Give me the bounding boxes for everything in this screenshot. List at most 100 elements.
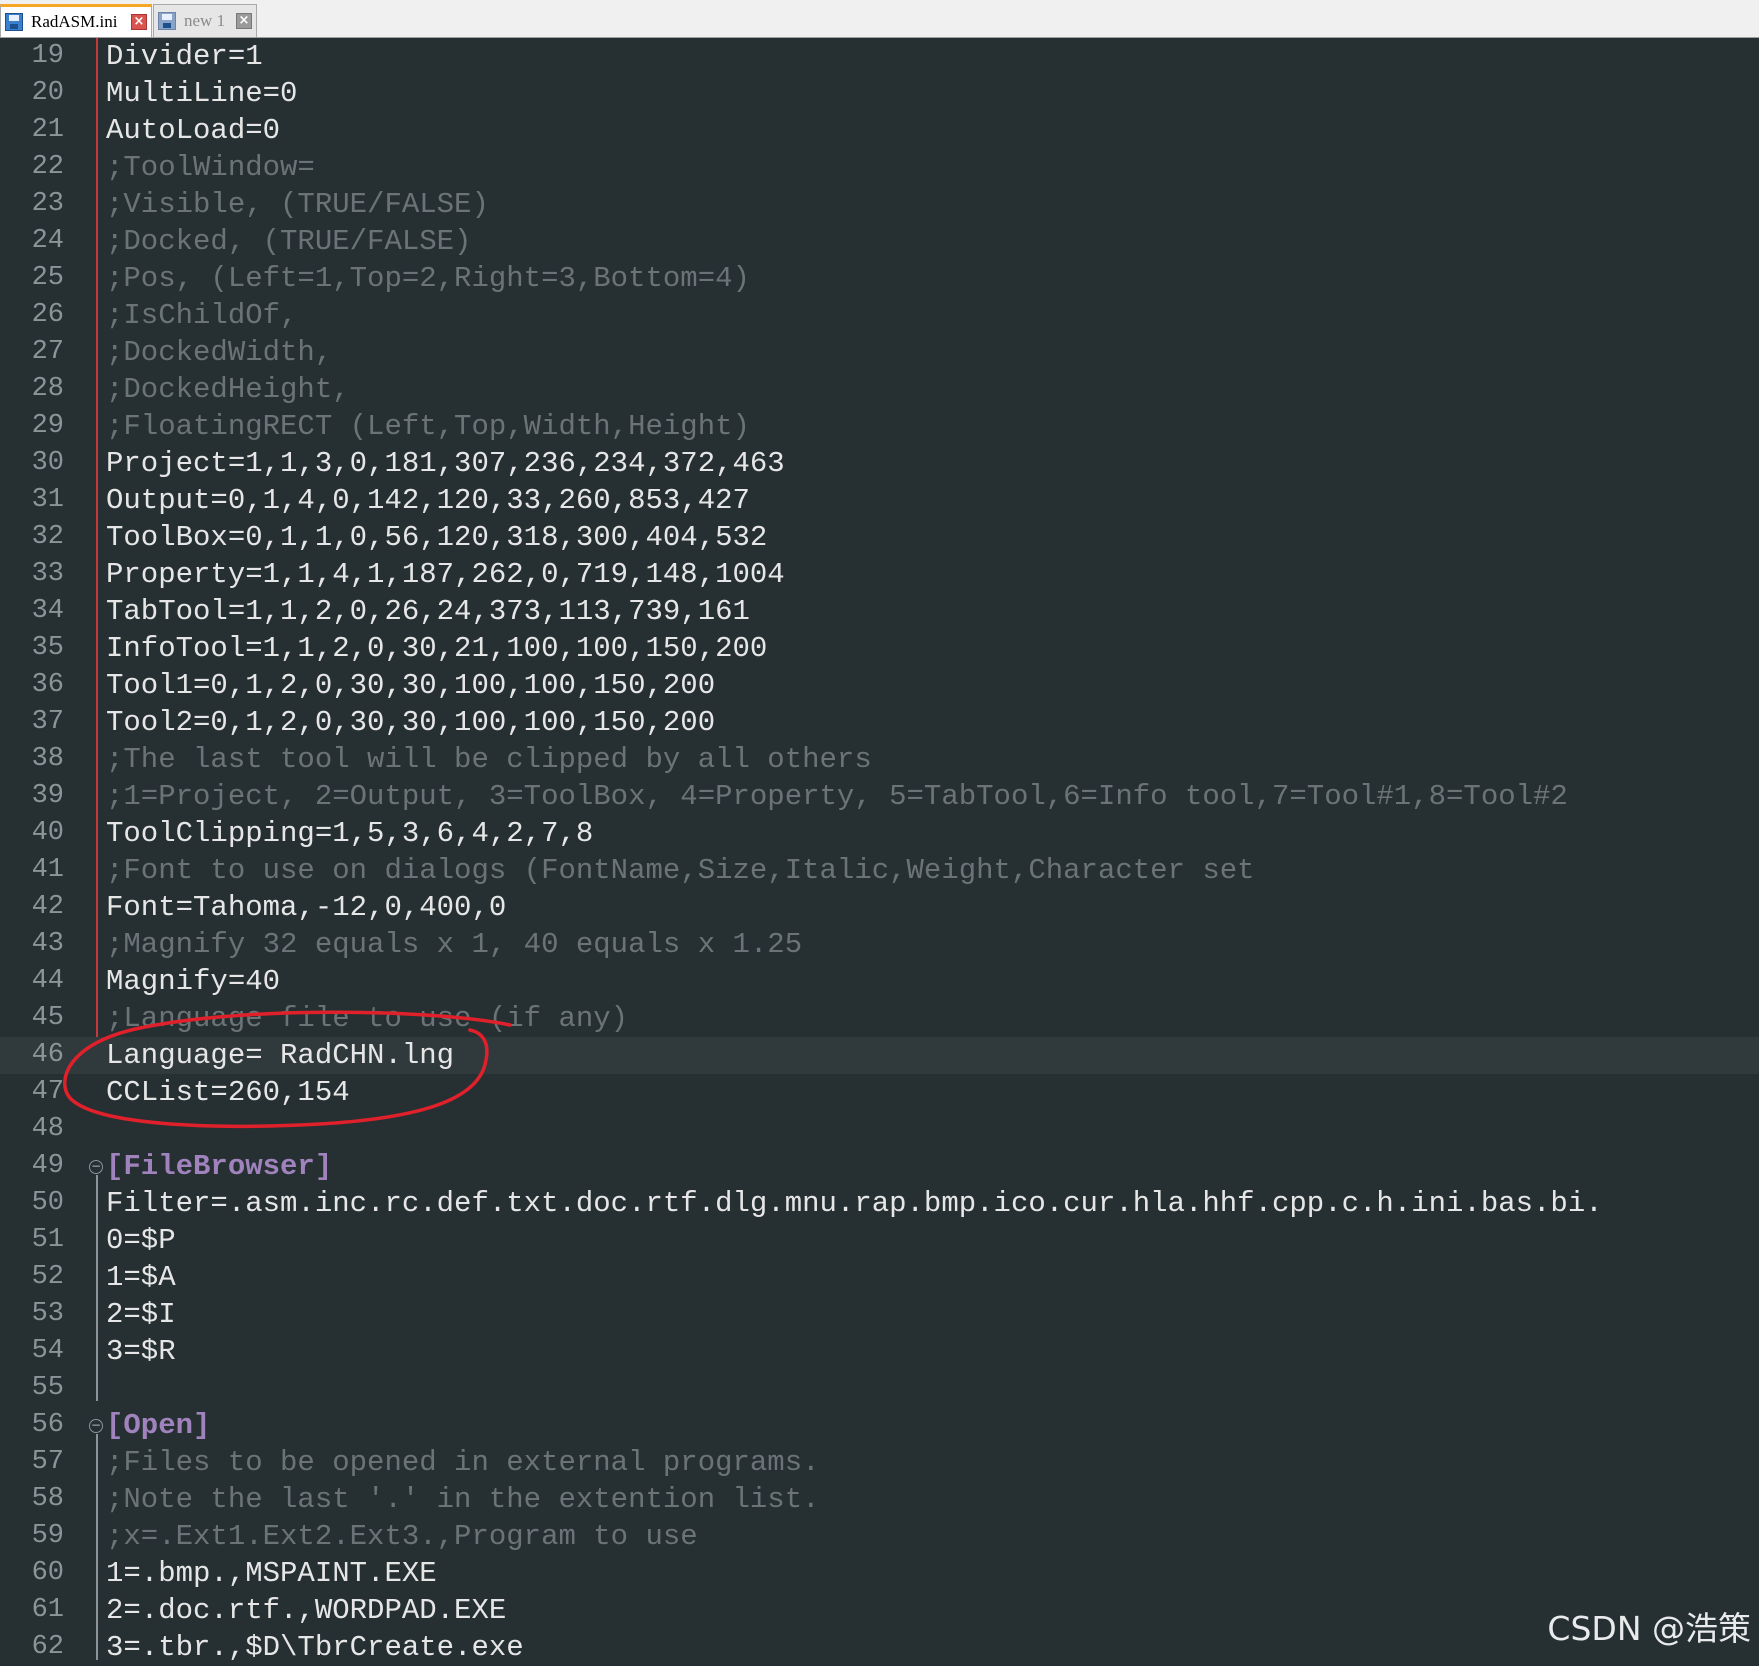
line-number: 47: [31, 1077, 64, 1107]
line-number: 59: [31, 1521, 64, 1551]
line-number: 20: [31, 78, 64, 108]
code-line[interactable]: 29 ;FloatingRECT (Left,Top,Width,Height): [0, 408, 1759, 445]
code-line[interactable]: 27 ;DockedWidth,: [0, 334, 1759, 371]
code-line[interactable]: 46 Language= RadCHN.lng: [0, 1037, 1759, 1074]
code-line[interactable]: 33 Property=1,1,4,1,187,262,0,719,148,100…: [0, 556, 1759, 593]
code-line[interactable]: 45 ;Language file to use (if any): [0, 1000, 1759, 1037]
code-line[interactable]: 26 ;IsChildOf,: [0, 297, 1759, 334]
code-line[interactable]: 49 [FileBrowser]: [0, 1148, 1759, 1185]
code-line[interactable]: 36 Tool1=0,1,2,0,30,30,100,100,150,200: [0, 667, 1759, 704]
code-text: 2=$I: [106, 1298, 176, 1331]
line-number: 34: [31, 596, 64, 626]
code-line[interactable]: 60 1=.bmp.,MSPAINT.EXE: [0, 1555, 1759, 1592]
code-line[interactable]: 58 ;Note the last '.' in the extention li…: [0, 1481, 1759, 1518]
line-number: 27: [31, 337, 64, 367]
code-line[interactable]: 25 ;Pos, (Left=1,Top=2,Right=3,Bottom=4): [0, 260, 1759, 297]
code-line[interactable]: 51 0=$P: [0, 1222, 1759, 1259]
code-text: Property=1,1,4,1,187,262,0,719,148,1004: [106, 558, 785, 591]
close-icon[interactable]: ×: [236, 13, 252, 29]
code-line[interactable]: 31 Output=0,1,4,0,142,120,33,260,853,427: [0, 482, 1759, 519]
code-line[interactable]: 61 2=.doc.rtf.,WORDPAD.EXE: [0, 1592, 1759, 1629]
code-line[interactable]: 35 InfoTool=1,1,2,0,30,21,100,100,150,200: [0, 630, 1759, 667]
line-number: 62: [31, 1632, 64, 1662]
line-number: 32: [31, 522, 64, 552]
code-line[interactable]: 52 1=$A: [0, 1259, 1759, 1296]
code-text: 1=.bmp.,MSPAINT.EXE: [106, 1557, 437, 1590]
line-number: 38: [31, 744, 64, 774]
code-text: 3=$R: [106, 1335, 176, 1368]
code-line[interactable]: 34 TabTool=1,1,2,0,26,24,373,113,739,161: [0, 593, 1759, 630]
watermark: CSDN @浩策: [1547, 1609, 1751, 1648]
line-number: 44: [31, 966, 64, 996]
code-line[interactable]: 55: [0, 1370, 1759, 1407]
line-number: 30: [31, 448, 64, 478]
line-number: 45: [31, 1003, 64, 1033]
code-line[interactable]: 37 Tool2=0,1,2,0,30,30,100,100,150,200: [0, 704, 1759, 741]
line-number: 54: [31, 1336, 64, 1366]
comment-text: ;Language file to use (if any): [106, 1002, 629, 1035]
code-text: Tool1=0,1,2,0,30,30,100,100,150,200: [106, 669, 716, 702]
line-number: 42: [31, 892, 64, 922]
line-number: 57: [31, 1447, 64, 1477]
line-number: 36: [31, 670, 64, 700]
code-line[interactable]: 43 ;Magnify 32 equals x 1, 40 equals x 1.…: [0, 926, 1759, 963]
comment-text: ;Pos, (Left=1,Top=2,Right=3,Bottom=4): [106, 262, 750, 295]
code-text: Divider=1: [106, 40, 263, 73]
line-number: 43: [31, 929, 64, 959]
line-number: 52: [31, 1262, 64, 1292]
save-status-icon: [5, 13, 23, 31]
comment-text: ;The last tool will be clipped by all ot…: [106, 743, 872, 776]
code-line[interactable]: 41 ;Font to use on dialogs (FontName,Size…: [0, 852, 1759, 889]
code-line[interactable]: 32 ToolBox=0,1,1,0,56,120,318,300,404,532: [0, 519, 1759, 556]
code-line[interactable]: 53 2=$I: [0, 1296, 1759, 1333]
code-line[interactable]: 50 Filter=.asm.inc.rc.def.txt.doc.rtf.dlg…: [0, 1185, 1759, 1222]
code-line[interactable]: 23 ;Visible, (TRUE/FALSE): [0, 186, 1759, 223]
code-line[interactable]: 38 ;The last tool will be clipped by all …: [0, 741, 1759, 778]
close-icon[interactable]: ×: [131, 14, 147, 30]
code-text: ToolBox=0,1,1,0,56,120,318,300,404,532: [106, 521, 768, 554]
code-line[interactable]: 56 [Open]: [0, 1407, 1759, 1444]
comment-text: ;Docked, (TRUE/FALSE): [106, 225, 472, 258]
code-text: 0=$P: [106, 1224, 176, 1257]
code-line[interactable]: 59 ;x=.Ext1.Ext2.Ext3.,Program to use: [0, 1518, 1759, 1555]
code-line[interactable]: 47 CCList=260,154: [0, 1074, 1759, 1111]
code-line[interactable]: 48: [0, 1111, 1759, 1148]
code-text: Tool2=0,1,2,0,30,30,100,100,150,200: [106, 706, 716, 739]
code-line[interactable]: 21 AutoLoad=0: [0, 112, 1759, 149]
comment-text: ;FloatingRECT (Left,Top,Width,Height): [106, 410, 750, 443]
line-number: 39: [31, 781, 64, 811]
code-line[interactable]: 54 3=$R: [0, 1333, 1759, 1370]
code-line[interactable]: 44 Magnify=40: [0, 963, 1759, 1000]
line-number: 58: [31, 1484, 64, 1514]
code-line[interactable]: 57 ;Files to be opened in external progra…: [0, 1444, 1759, 1481]
line-number: 40: [31, 818, 64, 848]
code-line[interactable]: 28 ;DockedHeight,: [0, 371, 1759, 408]
line-number: 22: [31, 152, 64, 182]
code-line[interactable]: 20 MultiLine=0: [0, 75, 1759, 112]
tab-radasm-ini[interactable]: RadASM.ini ×: [0, 4, 152, 37]
text-editor[interactable]: 19 Divider=1 20 MultiLine=0 21 AutoLoad=0 22 ;T…: [0, 38, 1759, 1664]
line-number: 29: [31, 411, 64, 441]
line-number: 56: [31, 1410, 64, 1440]
code-text: MultiLine=0: [106, 77, 298, 110]
line-number: 28: [31, 374, 64, 404]
code-line[interactable]: 22 ;ToolWindow=: [0, 149, 1759, 186]
code-line[interactable]: 62 3=.tbr.,$D\TbrCreate.exe: [0, 1629, 1759, 1666]
code-line[interactable]: 40 ToolClipping=1,5,3,6,4,2,7,8: [0, 815, 1759, 852]
code-line[interactable]: 30 Project=1,1,3,0,181,307,236,234,372,46…: [0, 445, 1759, 482]
code-line[interactable]: 24 ;Docked, (TRUE/FALSE): [0, 223, 1759, 260]
fold-line: [96, 1175, 98, 1401]
code-text: InfoTool=1,1,2,0,30,21,100,100,150,200: [106, 632, 768, 665]
fold-toggle-icon[interactable]: −: [89, 1160, 103, 1174]
code-line[interactable]: 42 Font=Tahoma,-12,0,400,0: [0, 889, 1759, 926]
comment-text: ;Visible, (TRUE/FALSE): [106, 188, 489, 221]
code-line[interactable]: 39 ;1=Project, 2=Output, 3=ToolBox, 4=Pro…: [0, 778, 1759, 815]
fold-toggle-icon[interactable]: −: [89, 1419, 103, 1433]
code-line[interactable]: 19 Divider=1: [0, 38, 1759, 75]
line-number: 60: [31, 1558, 64, 1588]
code-text: Font=Tahoma,-12,0,400,0: [106, 891, 507, 924]
tab-new-1[interactable]: new 1 ×: [153, 4, 257, 37]
code-text: ToolClipping=1,5,3,6,4,2,7,8: [106, 817, 594, 850]
code-text: 2=.doc.rtf.,WORDPAD.EXE: [106, 1594, 507, 1627]
code-text: AutoLoad=0: [106, 114, 281, 147]
